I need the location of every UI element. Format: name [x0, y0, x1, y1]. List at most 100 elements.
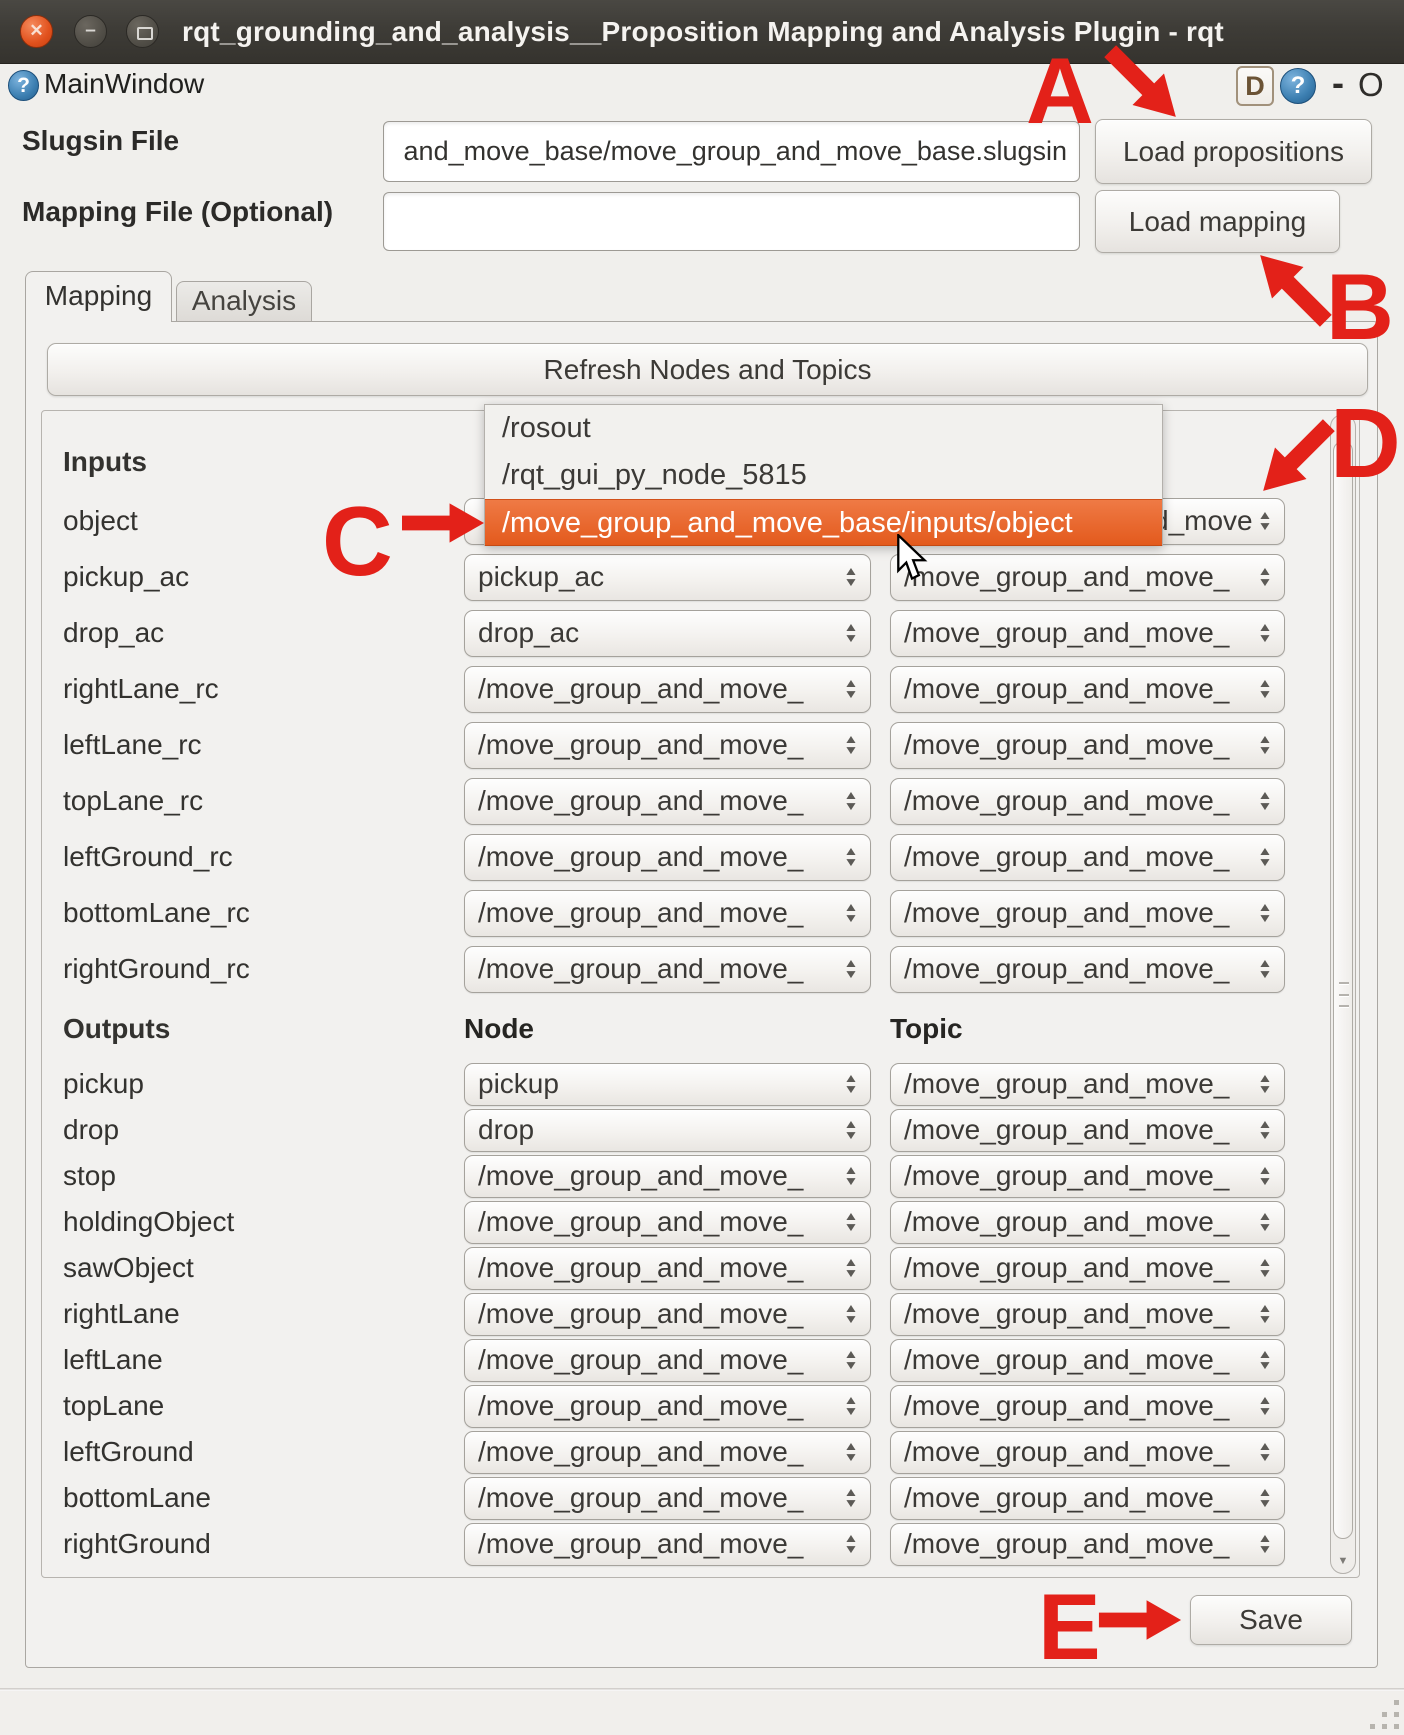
- spin-down-icon[interactable]: [843, 969, 858, 980]
- spin-down-icon[interactable]: [843, 689, 858, 700]
- node-combo[interactable]: drop: [464, 1109, 871, 1152]
- node-combo[interactable]: /move_group_and_move_: [464, 890, 871, 937]
- spin-down-icon[interactable]: [843, 1360, 858, 1371]
- dock-minimize-button[interactable]: -: [1332, 62, 1344, 104]
- topic-combo[interactable]: /move_group_and_move_: [890, 610, 1285, 657]
- spinner-icon[interactable]: [838, 958, 864, 980]
- spinner-icon[interactable]: [838, 1441, 864, 1463]
- node-combo[interactable]: /move_group_and_move_: [464, 1201, 871, 1244]
- topic-combo[interactable]: /move_group_and_move_: [890, 778, 1285, 825]
- node-combo[interactable]: /move_group_and_move_: [464, 666, 871, 713]
- dock-help-button[interactable]: ?: [1280, 68, 1316, 104]
- spinner-icon[interactable]: [838, 1349, 864, 1371]
- spin-down-icon[interactable]: [843, 913, 858, 924]
- spin-down-icon[interactable]: [1257, 801, 1272, 812]
- spinner-icon[interactable]: [838, 1303, 864, 1325]
- spin-down-icon[interactable]: [1257, 745, 1272, 756]
- mapping-file-input[interactable]: [383, 192, 1080, 251]
- topic-combo[interactable]: /move_group_and_move_: [890, 1293, 1285, 1336]
- tab-analysis[interactable]: Analysis: [176, 281, 312, 322]
- topic-combo[interactable]: /move_group_and_move_: [890, 1247, 1285, 1290]
- spinner-icon[interactable]: [1252, 510, 1278, 532]
- spin-down-icon[interactable]: [1257, 521, 1272, 532]
- maximize-button[interactable]: [126, 15, 159, 48]
- spin-down-icon[interactable]: [1257, 1268, 1272, 1279]
- save-button[interactable]: Save: [1190, 1595, 1352, 1645]
- node-combo[interactable]: /move_group_and_move_: [464, 778, 871, 825]
- topic-combo[interactable]: /move_group_and_move_: [890, 1109, 1285, 1152]
- node-combo[interactable]: /move_group_and_move_: [464, 1477, 871, 1520]
- spinner-icon[interactable]: [1252, 622, 1278, 644]
- spin-down-icon[interactable]: [1257, 1544, 1272, 1555]
- spin-down-icon[interactable]: [1257, 577, 1272, 588]
- spinner-icon[interactable]: [1252, 1073, 1278, 1095]
- topic-combo[interactable]: /move_group_and_move_: [890, 1385, 1285, 1428]
- node-combo[interactable]: /move_group_and_move_: [464, 946, 871, 993]
- topic-combo[interactable]: /move_group_and_move_: [890, 1063, 1285, 1106]
- spinner-icon[interactable]: [838, 1395, 864, 1417]
- spinner-icon[interactable]: [838, 902, 864, 924]
- spinner-icon[interactable]: [838, 734, 864, 756]
- dock-detach-button[interactable]: D: [1236, 66, 1274, 106]
- minimize-button[interactable]: [74, 15, 107, 48]
- topic-combo[interactable]: /move_group_and_move_: [890, 1155, 1285, 1198]
- close-button[interactable]: [20, 15, 53, 48]
- spin-down-icon[interactable]: [1257, 1130, 1272, 1141]
- dropdown-item[interactable]: /move_group_and_move_base/inputs/object: [485, 499, 1162, 546]
- topic-combo[interactable]: /move_group_and_move_: [890, 834, 1285, 881]
- spinner-icon[interactable]: [838, 1533, 864, 1555]
- dropdown-item[interactable]: /rqt_gui_py_node_5815: [485, 452, 1162, 499]
- topic-combo[interactable]: /move_group_and_move_: [890, 1523, 1285, 1566]
- node-combo[interactable]: /move_group_and_move_: [464, 1247, 871, 1290]
- node-combo[interactable]: /move_group_and_move_: [464, 1431, 871, 1474]
- node-combo[interactable]: /move_group_and_move_: [464, 1339, 871, 1382]
- spinner-icon[interactable]: [1252, 1395, 1278, 1417]
- spin-down-icon[interactable]: [1257, 633, 1272, 644]
- spin-down-icon[interactable]: [1257, 1084, 1272, 1095]
- spin-down-icon[interactable]: [843, 857, 858, 868]
- spinner-icon[interactable]: [838, 790, 864, 812]
- node-combo[interactable]: /move_group_and_move_: [464, 1293, 871, 1336]
- dock-restore-button[interactable]: O: [1358, 66, 1384, 104]
- spin-down-icon[interactable]: [843, 1544, 858, 1555]
- spin-down-icon[interactable]: [1257, 1360, 1272, 1371]
- spin-down-icon[interactable]: [843, 1314, 858, 1325]
- scrollbar-thumb[interactable]: [1333, 441, 1353, 1539]
- node-combo[interactable]: /move_group_and_move_: [464, 1523, 871, 1566]
- node-combo[interactable]: /move_group_and_move_: [464, 1155, 871, 1198]
- spinner-icon[interactable]: [1252, 734, 1278, 756]
- spin-down-icon[interactable]: [1257, 1222, 1272, 1233]
- spin-down-icon[interactable]: [1257, 1452, 1272, 1463]
- spin-down-icon[interactable]: [1257, 1176, 1272, 1187]
- spin-down-icon[interactable]: [1257, 689, 1272, 700]
- topic-combo[interactable]: /move_group_and_move_: [890, 1431, 1285, 1474]
- spin-down-icon[interactable]: [843, 745, 858, 756]
- spinner-icon[interactable]: [1252, 846, 1278, 868]
- node-combo[interactable]: /move_group_and_move_: [464, 722, 871, 769]
- spinner-icon[interactable]: [1252, 1257, 1278, 1279]
- node-combo[interactable]: pickup: [464, 1063, 871, 1106]
- spin-down-icon[interactable]: [843, 1406, 858, 1417]
- spin-down-icon[interactable]: [843, 633, 858, 644]
- spinner-icon[interactable]: [1252, 1349, 1278, 1371]
- spinner-icon[interactable]: [838, 678, 864, 700]
- spinner-icon[interactable]: [1252, 1533, 1278, 1555]
- spin-down-icon[interactable]: [843, 577, 858, 588]
- topic-combo[interactable]: /move_group_and_move_: [890, 1339, 1285, 1382]
- topic-combo[interactable]: /move_group_and_move_: [890, 666, 1285, 713]
- spinner-icon[interactable]: [838, 1257, 864, 1279]
- spin-down-icon[interactable]: [843, 1498, 858, 1509]
- load-mapping-button[interactable]: Load mapping: [1095, 190, 1340, 253]
- spin-down-icon[interactable]: [1257, 857, 1272, 868]
- spinner-icon[interactable]: [1252, 790, 1278, 812]
- spinner-icon[interactable]: [838, 1487, 864, 1509]
- resize-grip[interactable]: [1370, 1698, 1402, 1732]
- scrollbar-down-icon[interactable]: ▼: [1331, 1555, 1355, 1567]
- topic-combo[interactable]: /move_group_and_move_: [890, 890, 1285, 937]
- load-propositions-button[interactable]: Load propositions: [1095, 119, 1372, 184]
- spinner-icon[interactable]: [1252, 1441, 1278, 1463]
- topic-combo[interactable]: /move_group_and_move_: [890, 554, 1285, 601]
- spinner-icon[interactable]: [838, 1165, 864, 1187]
- spinner-icon[interactable]: [838, 1119, 864, 1141]
- refresh-nodes-topics-button[interactable]: Refresh Nodes and Topics: [47, 343, 1368, 396]
